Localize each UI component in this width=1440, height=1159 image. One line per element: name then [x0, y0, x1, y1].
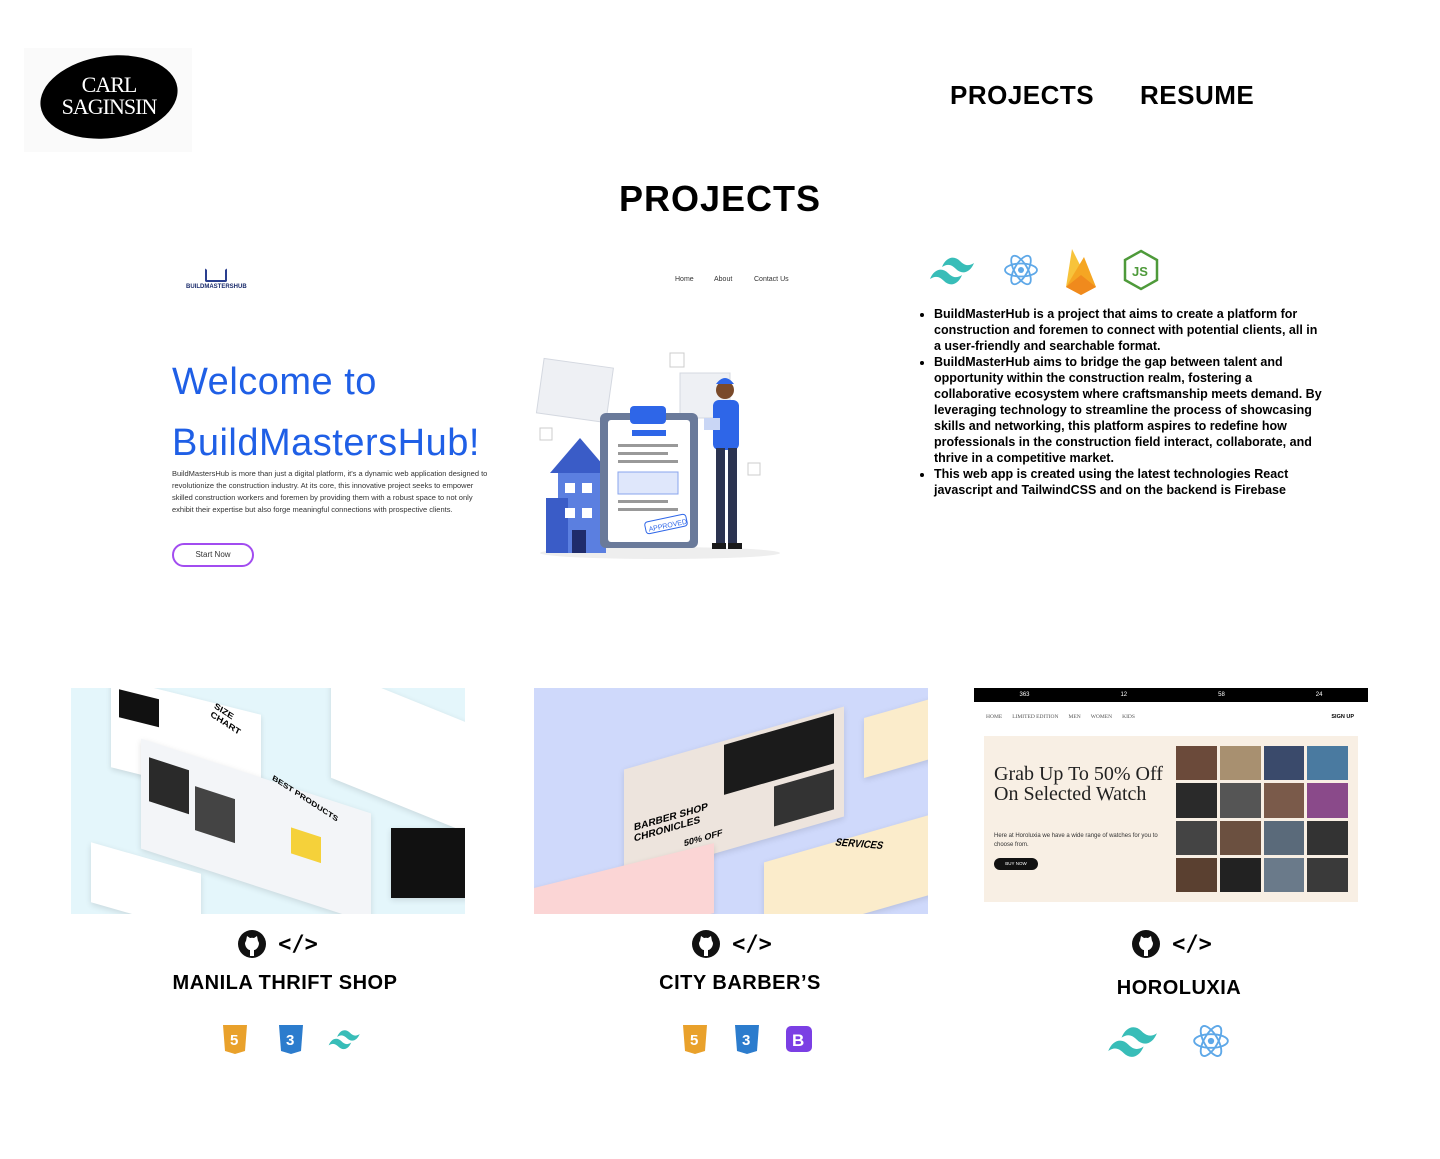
- screenshot-start-button: Start Now: [172, 543, 254, 567]
- city-barbers-tech-icons: 5 3 B: [672, 1016, 822, 1062]
- house-icon: [205, 268, 227, 282]
- tailwind-icon: [1106, 1018, 1168, 1064]
- code-icon[interactable]: </>: [732, 928, 772, 960]
- city-barbers-preview[interactable]: BARBER SHOP CHRONICLES 50% OFF SERVICES: [534, 688, 928, 914]
- github-icon[interactable]: [1130, 928, 1162, 960]
- logo-line-1: CARL: [81, 72, 138, 97]
- preview-counter: 363: [1019, 692, 1030, 698]
- tailwind-icon: [928, 247, 984, 293]
- preview-counter: 24: [1315, 692, 1323, 698]
- bootstrap-icon: B: [776, 1016, 822, 1062]
- preview-promo-bar: 363 12 58 24: [974, 688, 1368, 702]
- manila-thrift-shop-links: </>: [236, 928, 318, 960]
- featured-tech-icons: JS: [928, 244, 1164, 296]
- logo[interactable]: CARL SAGINSIN: [24, 46, 192, 152]
- preview-nav-item: KIDS: [1122, 714, 1135, 720]
- preview-headline: Grab Up To 50% Off On Selected Watch: [994, 763, 1163, 805]
- screenshot-nav-about: About: [714, 276, 733, 283]
- preview-hero-banner: Grab Up To 50% Off On Selected Watch Her…: [984, 736, 1358, 902]
- horoluxia-links: </>: [1130, 928, 1212, 960]
- github-icon[interactable]: [690, 928, 722, 960]
- preview-services-text: SERVICES: [833, 837, 885, 853]
- html5-icon: 5: [212, 1016, 258, 1062]
- manila-thrift-shop-preview[interactable]: SIZE CHART BEST PRODUCTS: [71, 688, 465, 914]
- preview-size-chart-text: SIZE CHART: [209, 700, 243, 737]
- logo-text: CARL SAGINSIN: [40, 74, 178, 118]
- city-barbers-links: </>: [690, 928, 772, 960]
- preview-counter: 12: [1120, 692, 1128, 698]
- portfolio-page: CARL SAGINSIN PROJECTS RESUME PROJECTS B…: [0, 0, 1440, 1159]
- preview-nav-item: MEN: [1068, 714, 1081, 720]
- preview-counter: 58: [1218, 692, 1225, 698]
- project-title-city-barbers: CITY BARBER’S: [659, 972, 821, 994]
- description-bullet-2: BuildMasterHub aims to bridge the gap be…: [934, 354, 1326, 466]
- svg-text:JS: JS: [1132, 264, 1148, 279]
- tailwind-icon: [324, 1016, 370, 1062]
- svg-text:5: 5: [690, 1032, 698, 1049]
- featured-project-screenshot[interactable]: BUILDMASTERSHUB Home About Contact Us We…: [160, 248, 810, 588]
- preview-sign-up: SIGN UP: [1331, 714, 1354, 720]
- section-title: PROJECTS: [618, 178, 822, 219]
- preview-nav-item: WOMEN: [1090, 714, 1113, 720]
- svg-text:3: 3: [742, 1032, 750, 1049]
- svg-text:3: 3: [286, 1032, 294, 1049]
- manila-thrift-shop-tech-icons: 5 3: [212, 1016, 370, 1062]
- code-icon[interactable]: </>: [1172, 928, 1212, 960]
- description-bullet-3: This web app is created using the latest…: [934, 466, 1326, 498]
- screenshot-headline: Welcome to BuildMastersHub!: [172, 352, 480, 474]
- preview-side-page: [864, 697, 928, 779]
- nav-resume-link[interactable]: RESUME: [1140, 80, 1254, 111]
- css3-icon: 3: [268, 1016, 314, 1062]
- code-icon[interactable]: </>: [278, 928, 318, 960]
- svg-text:B: B: [792, 1031, 804, 1050]
- preview-nav-item: HOME: [986, 714, 1003, 720]
- brand-text: BUILDMASTERSHUB: [186, 284, 247, 290]
- preview-buy-button: BUY NOW: [994, 858, 1038, 870]
- preview-nav: HOME LIMITED EDITION MEN WOMEN KIDS: [986, 714, 1135, 720]
- description-bullet-1: BuildMasterHub is a project that aims to…: [934, 306, 1326, 354]
- featured-description: BuildMasterHub is a project that aims to…: [920, 306, 1326, 498]
- buildmastershub-logo: BUILDMASTERSHUB: [186, 268, 247, 290]
- screenshot-nav-home: Home: [675, 276, 694, 283]
- github-icon[interactable]: [236, 928, 268, 960]
- react-icon: [998, 247, 1044, 293]
- svg-text:5: 5: [230, 1032, 238, 1049]
- firebase-icon: [1058, 244, 1104, 296]
- nodejs-icon: JS: [1118, 247, 1164, 293]
- html5-icon: 5: [672, 1016, 718, 1062]
- preview-nav-item: LIMITED EDITION: [1012, 714, 1059, 720]
- css3-icon: 3: [724, 1016, 770, 1062]
- preview-subtext: Here at Horoluxia we have a wide range o…: [994, 833, 1158, 848]
- construction-illustration: APPROVED: [535, 352, 780, 559]
- horoluxia-tech-icons: [1106, 1018, 1234, 1064]
- screenshot-nav-contact: Contact Us: [754, 276, 789, 283]
- nav-projects-link[interactable]: PROJECTS: [950, 80, 1094, 111]
- project-title-manila-thrift-shop: MANILA THRIFT SHOP: [172, 972, 398, 994]
- preview-watch-grid: [1176, 746, 1348, 892]
- screenshot-paragraph: BuildMastersHub is more than just a digi…: [172, 469, 488, 514]
- headline-line-1: Welcome to: [172, 361, 377, 403]
- headline-line-2: BuildMastersHub!: [172, 422, 480, 464]
- project-title-horoluxia: HOROLUXIA: [1116, 977, 1242, 999]
- preview-dark-banner: [391, 828, 465, 898]
- preview-best-products-text: BEST PRODUCTS: [271, 773, 340, 824]
- logo-line-2: SAGINSIN: [61, 94, 158, 119]
- react-icon: [1188, 1018, 1234, 1064]
- horoluxia-preview[interactable]: 363 12 58 24 HOME LIMITED EDITION MEN WO…: [974, 688, 1368, 914]
